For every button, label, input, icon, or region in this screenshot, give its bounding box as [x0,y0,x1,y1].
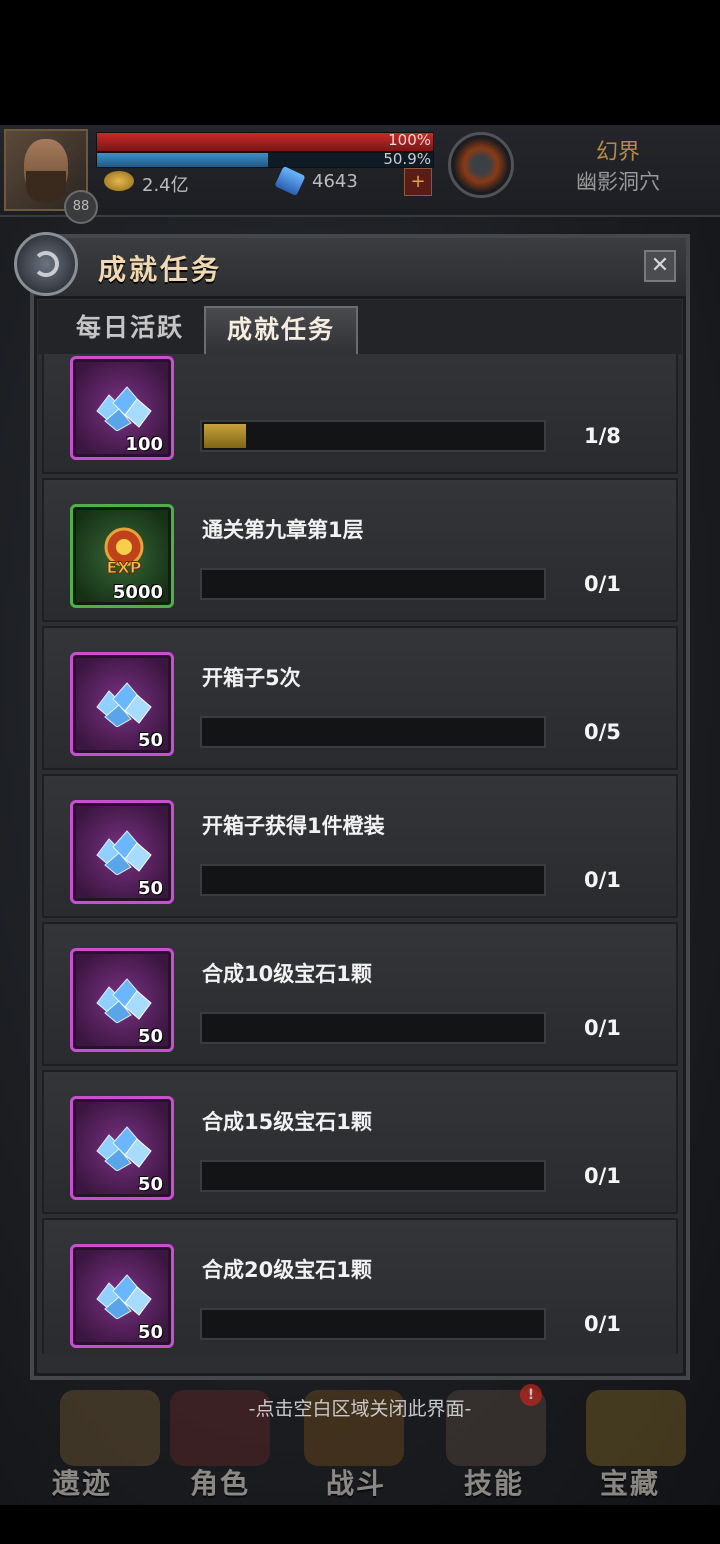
reward-amount: 50 [137,1026,163,1047]
task-title: 合成20级宝石1颗 [202,1258,372,1282]
progress-text: 0/5 [584,720,621,744]
tab-achievement[interactable]: 成就任务 [204,306,358,354]
exp-icon: EXP [104,527,144,578]
dialog-emblem-icon [14,232,78,296]
nav-battle[interactable]: 战斗 [296,1462,416,1502]
hp-fill [97,133,433,151]
close-hint[interactable]: -点击空白区域关闭此界面- [0,1394,720,1421]
task-title: 通关第九章第1层 [202,518,364,542]
reward-amount: 50 [137,730,163,751]
progress-bar [200,1308,546,1340]
level-badge: 88 [64,190,98,224]
realm-title: 幻界 [595,140,640,165]
close-button[interactable]: ✕ [644,250,676,282]
reward-icon[interactable]: EXP 5000 [70,504,174,608]
dialog-header: 成就任务 ✕ [14,232,686,299]
add-gems-button[interactable]: + [404,168,432,196]
crystal-icon [96,978,152,1023]
task-title: 开箱子获得1件橙装 [202,814,385,838]
nav-relic[interactable]: 遗迹 [22,1462,142,1502]
task-title: 合成15级宝石1颗 [202,1110,372,1134]
reward-amount: 50 [137,1322,163,1343]
progress-text: 0/1 [584,868,621,892]
progress-text: 0/1 [584,1312,621,1336]
progress-text: 0/1 [584,1016,621,1040]
progress-text: 0/1 [584,572,621,596]
reward-icon[interactable]: 50 [70,652,174,756]
reward-amount: 100 [125,434,163,455]
task-row[interactable]: 50 合成15级宝石1颗 0/1 [42,1070,678,1214]
crystal-icon [96,1126,152,1171]
nav-treasure[interactable]: 宝藏 [570,1462,690,1502]
hp-text: 100% [388,131,431,149]
progress-fill [204,424,246,448]
nav-character[interactable]: 角色 [160,1462,280,1502]
reward-icon[interactable]: 50 [70,1096,174,1200]
gem-value: 4643 [312,171,358,192]
crystal-icon [96,386,152,431]
nav-skill[interactable]: 技能 [434,1462,554,1502]
reward-amount: 50 [137,1174,163,1195]
crystal-icon [96,830,152,875]
progress-bar [200,864,546,896]
task-title: 开箱子5次 [202,666,301,690]
achievement-dialog: 成就任务 ✕ 每日活跃 成就任务 100 1/8 EXP 5000 通关第九章第1层 0/… [14,232,690,1380]
realm-subtitle: 幽影洞穴 [576,170,660,194]
reward-icon[interactable]: 50 [70,1244,174,1348]
avatar-beard [26,171,66,203]
task-list[interactable]: 100 1/8 EXP 5000 通关第九章第1层 0/1 50 开箱子5次 0/5 50 开箱子获… [42,354,678,1354]
portal-icon[interactable] [448,132,514,198]
task-title: 合成10级宝石1颗 [202,962,372,986]
progress-bar [200,568,546,600]
mp-bar: 50.9% [96,150,434,168]
progress-bar [200,1160,546,1192]
gold-value: 2.4亿 [142,175,189,196]
reward-amount: 50 [137,878,163,899]
gold-icon [104,171,134,191]
task-row[interactable]: 100 1/8 [42,354,678,474]
reward-icon[interactable]: 50 [70,800,174,904]
mp-text: 50.9% [383,150,431,168]
task-row[interactable]: EXP 5000 通关第九章第1层 0/1 [42,478,678,622]
crystal-icon [96,682,152,727]
progress-bar [200,716,546,748]
progress-text: 0/1 [584,1164,621,1188]
progress-bar [200,420,546,452]
dialog-title: 成就任务 [98,253,223,286]
reward-icon[interactable]: 50 [70,948,174,1052]
progress-bar [200,1012,546,1044]
task-row[interactable]: 50 合成10级宝石1颗 0/1 [42,922,678,1066]
reward-icon[interactable]: 100 [70,356,174,460]
task-row[interactable]: 50 开箱子获得1件橙装 0/1 [42,774,678,918]
task-row[interactable]: 50 开箱子5次 0/5 [42,626,678,770]
task-row[interactable]: 50 合成20级宝石1颗 0/1 [42,1218,678,1354]
mp-fill [97,153,269,167]
tab-daily[interactable]: 每日活跃 [50,306,210,352]
svg-text:EXP: EXP [107,558,142,577]
progress-text: 1/8 [584,424,621,448]
tab-bar: 每日活跃 成就任务 [38,300,682,354]
crystal-icon [96,1274,152,1319]
reward-amount: 5000 [112,582,163,603]
hp-bar: 100% [96,131,434,152]
